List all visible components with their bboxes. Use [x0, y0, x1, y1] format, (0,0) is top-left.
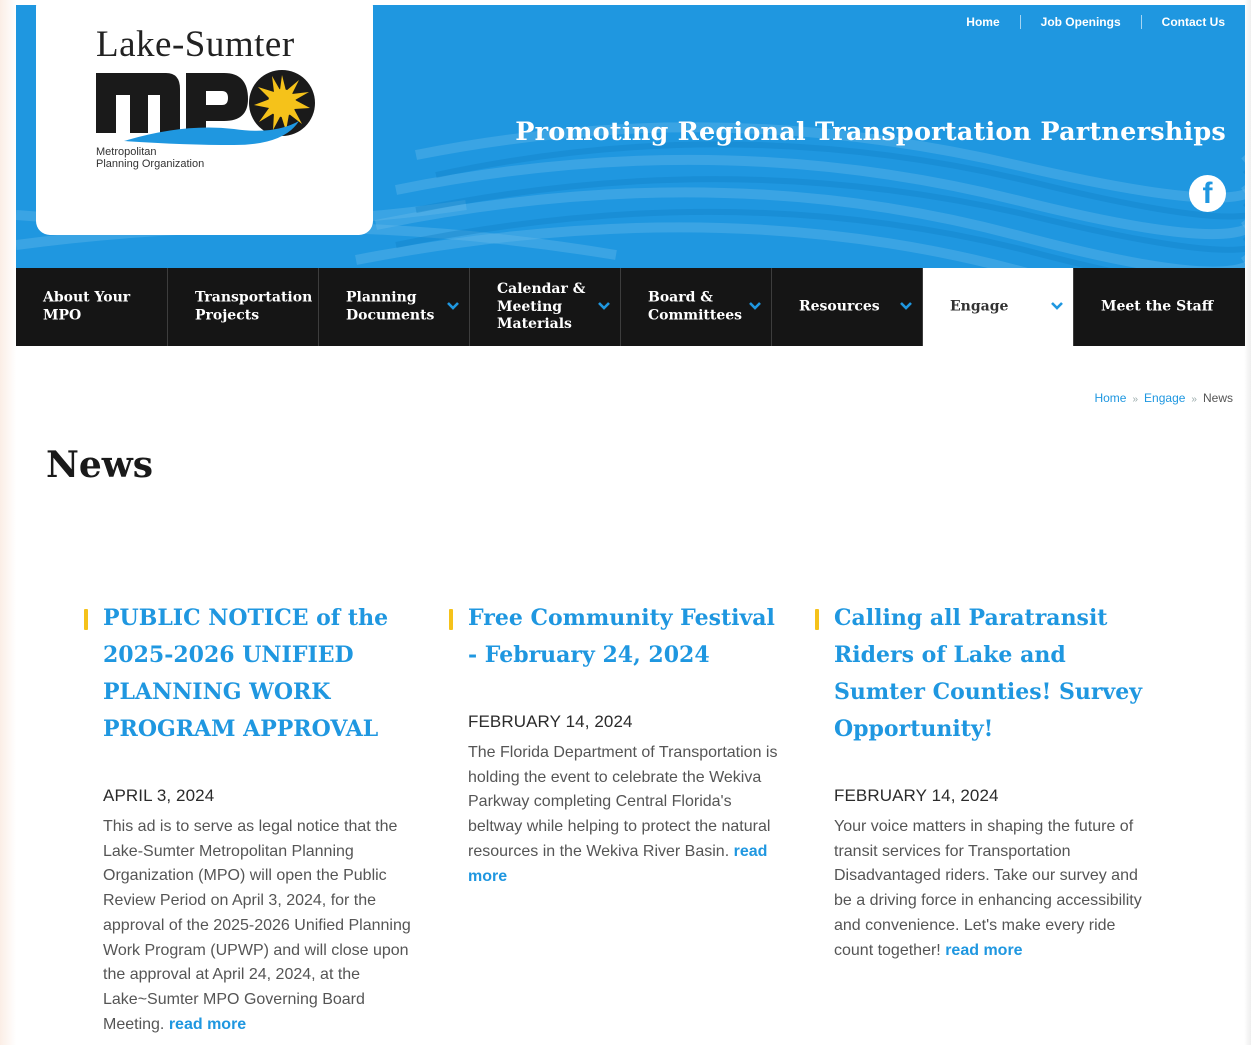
nav-item-calendar-meeting-materials[interactable]: Calendar & Meeting Materials [469, 268, 620, 346]
article-date: APRIL 3, 2024 [103, 786, 215, 805]
top-link-home[interactable]: Home [946, 15, 1019, 29]
chevron-down-icon [1051, 302, 1063, 310]
nav-label: About Your MPO [43, 289, 131, 324]
nav-item-transportation-projects[interactable]: Transportation Projects [167, 268, 318, 346]
article-accent-bar [449, 609, 453, 630]
news-article: PUBLIC NOTICE of the 2025-2026 UNIFIED P… [84, 600, 433, 1037]
chevron-down-icon [598, 302, 610, 310]
news-article: Free Community Festival - February 24, 2… [449, 600, 798, 889]
article-excerpt: This ad is to serve as legal notice that… [103, 815, 423, 1037]
article-excerpt-text: Your voice matters in shaping the future… [834, 818, 1142, 959]
article-date: FEBRUARY 14, 2024 [468, 712, 633, 731]
news-article: Calling all Paratransit Riders of Lake a… [815, 600, 1164, 963]
article-excerpt-text: The Florida Department of Transportation… [468, 744, 778, 860]
article-date: FEBRUARY 14, 2024 [834, 786, 999, 805]
utility-links: Home Job Openings Contact Us [946, 15, 1225, 29]
nav-item-planning-documents[interactable]: Planning Documents [318, 268, 469, 346]
top-link-contact-us[interactable]: Contact Us [1142, 15, 1225, 29]
logo-subtitle: Metropolitan Planning Organization [96, 146, 204, 170]
nav-item-meet-the-staff[interactable]: Meet the Staff [1073, 268, 1224, 346]
logo[interactable]: Lake-Sumter Metropolitan Planning Organi… [36, 5, 373, 235]
chevron-down-icon [749, 302, 761, 310]
read-more-link[interactable]: read more [169, 1016, 246, 1033]
nav-label: Transportation Projects [195, 289, 313, 324]
logo-mark [96, 70, 315, 145]
top-link-job-openings[interactable]: Job Openings [1021, 15, 1141, 29]
breadcrumb-engage[interactable]: Engage [1144, 391, 1185, 405]
page-title: News [46, 444, 154, 486]
article-title-link[interactable]: Calling all Paratransit Riders of Lake a… [834, 600, 1154, 748]
nav-item-board-committees[interactable]: Board & Committees [620, 268, 771, 346]
main-nav: About Your MPO Transportation Projects P… [16, 268, 1245, 346]
nav-item-about-your-mpo[interactable]: About Your MPO [16, 268, 167, 346]
nav-item-engage[interactable]: Engage [922, 268, 1073, 346]
article-excerpt: The Florida Department of Transportation… [468, 741, 788, 889]
site-header: Lake-Sumter Metropolitan Planning Organi… [16, 5, 1245, 268]
nav-label: Meet the Staff [1101, 298, 1214, 315]
nav-item-resources[interactable]: Resources [771, 268, 922, 346]
facebook-icon[interactable]: f [1189, 175, 1226, 212]
article-accent-bar [815, 609, 819, 630]
chevron-down-icon [447, 302, 459, 310]
logo-subtitle-line2: Planning Organization [96, 158, 205, 170]
article-accent-bar [84, 609, 88, 630]
logo-subtitle-line1: Metropolitan [96, 146, 157, 158]
article-excerpt: Your voice matters in shaping the future… [834, 815, 1154, 963]
site-tagline: Promoting Regional Transportation Partne… [515, 117, 1226, 147]
breadcrumb: Home » Engage » News [1094, 391, 1233, 405]
breadcrumb-separator: » [1191, 394, 1197, 405]
breadcrumb-home[interactable]: Home [1094, 391, 1126, 405]
breadcrumb-current: News [1202, 391, 1233, 405]
article-excerpt-text: This ad is to serve as legal notice that… [103, 818, 411, 1033]
chevron-down-icon [900, 302, 912, 310]
read-more-link[interactable]: read more [945, 942, 1022, 959]
logo-title: Lake-Sumter [96, 24, 295, 65]
article-title-link[interactable]: Free Community Festival - February 24, 2… [468, 600, 788, 674]
article-title-link[interactable]: PUBLIC NOTICE of the 2025-2026 UNIFIED P… [103, 600, 403, 748]
breadcrumb-separator: » [1132, 394, 1139, 405]
